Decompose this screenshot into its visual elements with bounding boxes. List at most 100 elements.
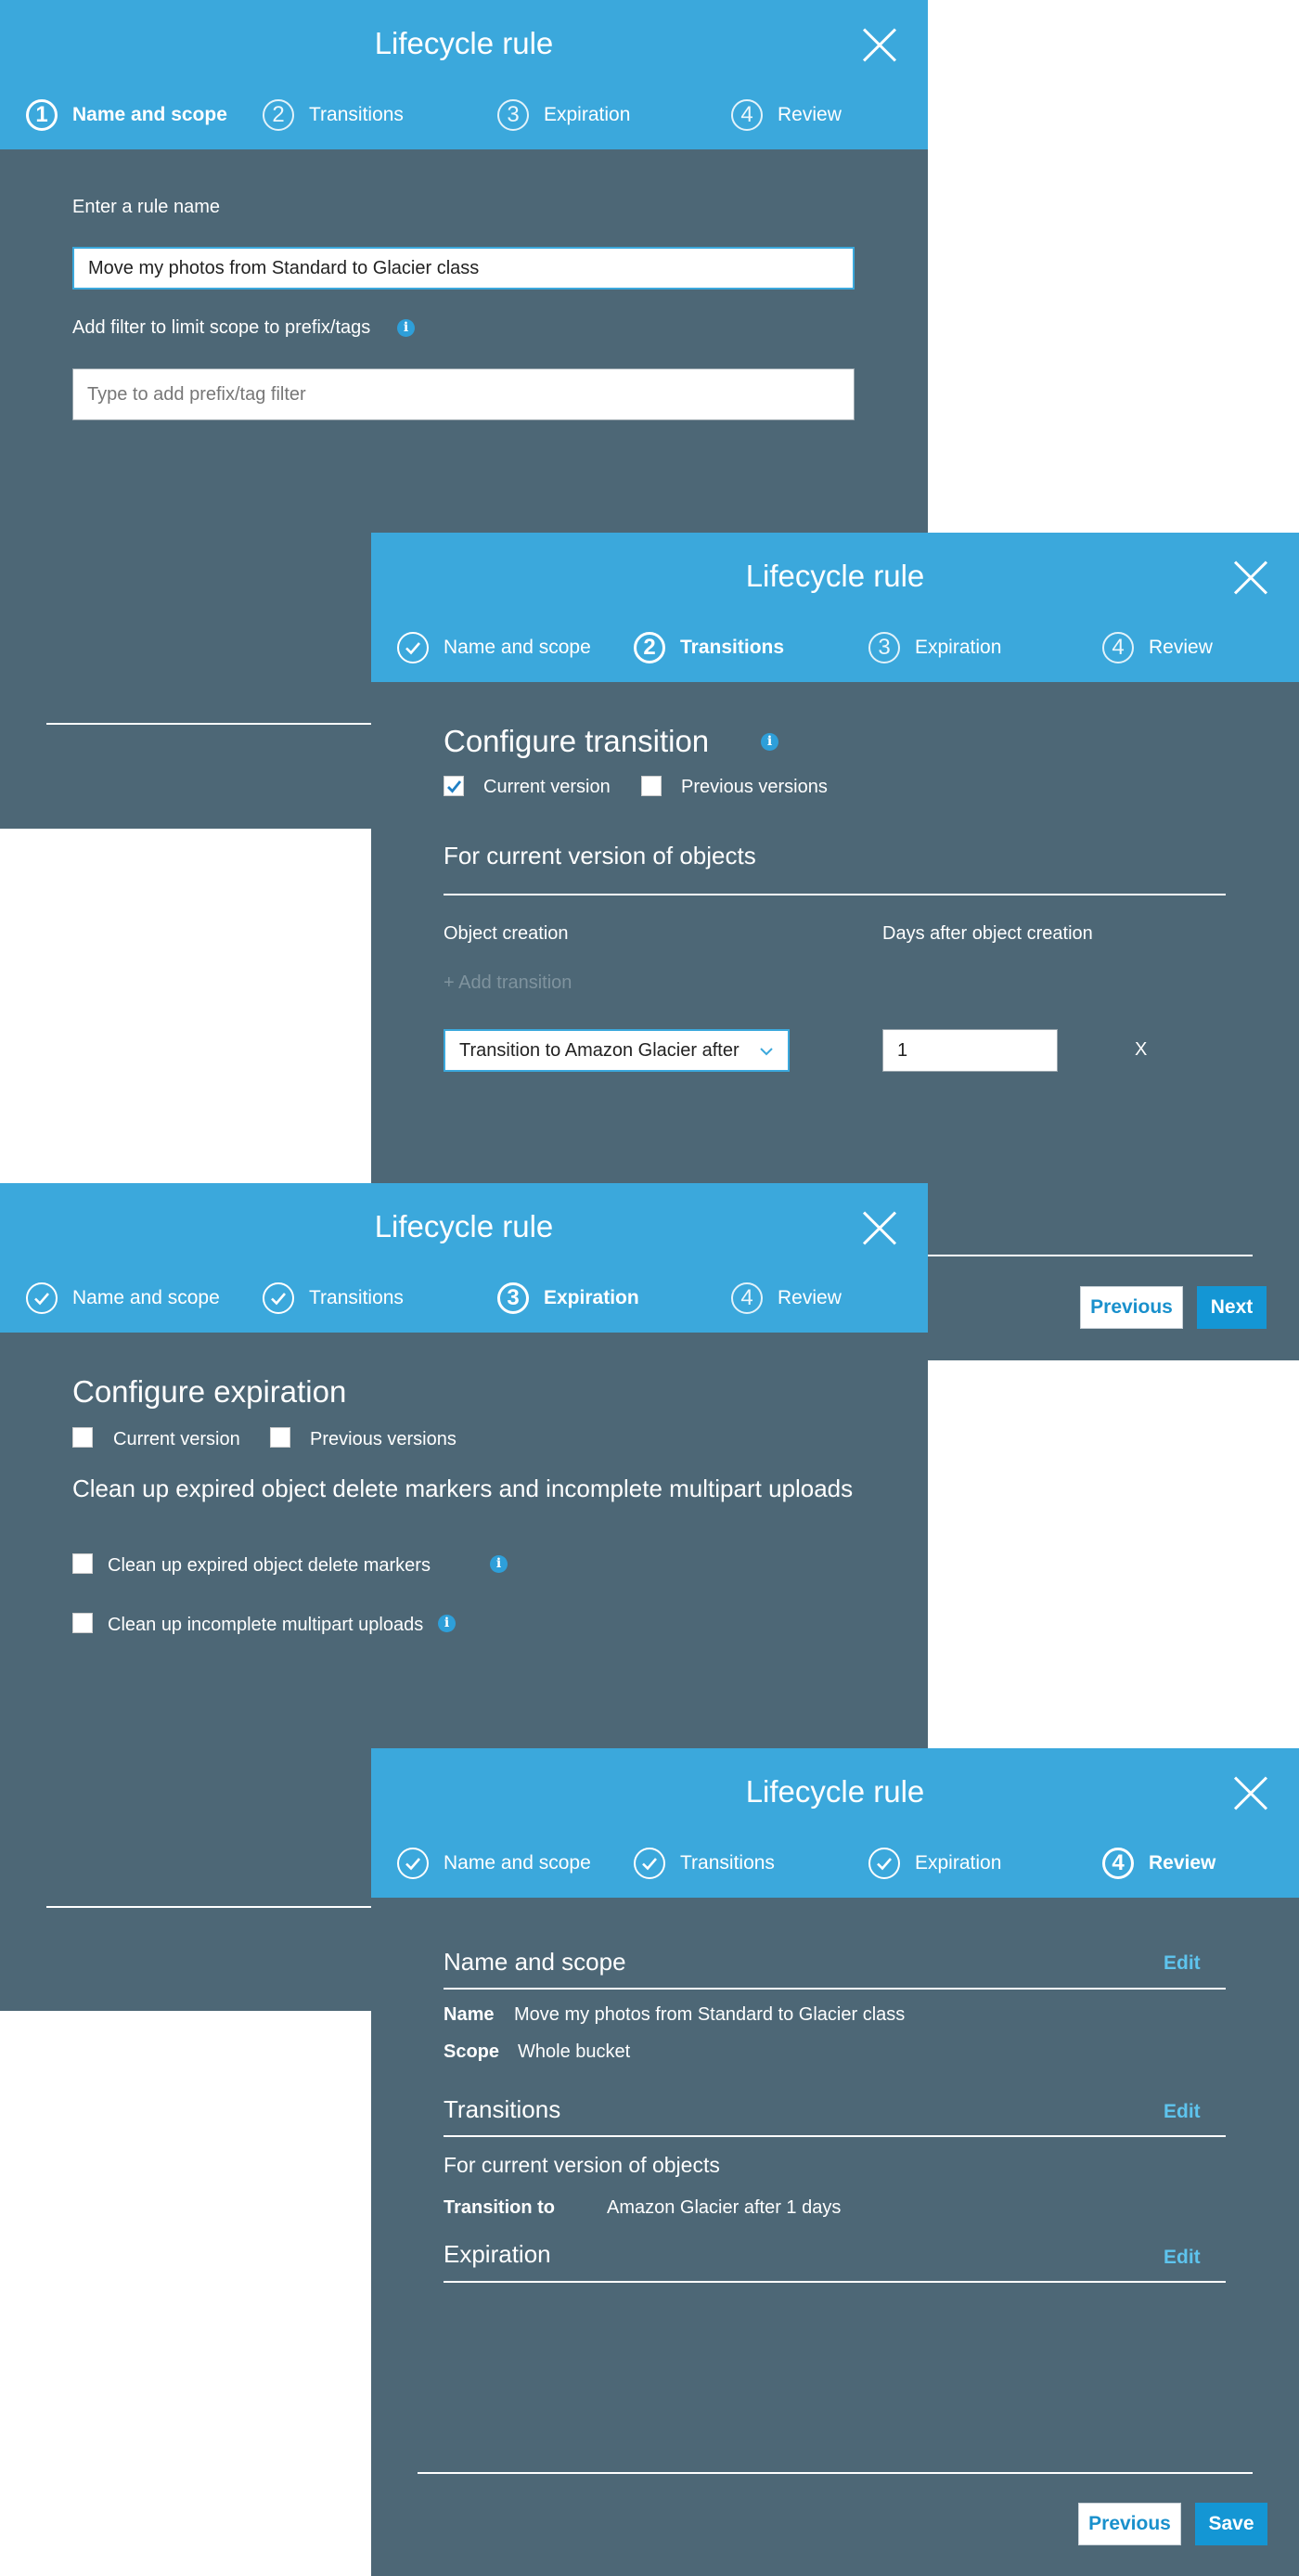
step-label: Transitions <box>680 637 785 658</box>
step-review[interactable]: 4 Review <box>1102 629 1213 666</box>
checkmark-icon <box>447 780 462 793</box>
step-label: Review <box>778 104 842 125</box>
review-scope-key: Scope <box>444 2041 500 2062</box>
current-version-checkbox[interactable] <box>72 1427 93 1448</box>
info-icon[interactable]: i <box>397 319 415 337</box>
step-review[interactable]: 4 Review <box>731 97 842 134</box>
step-label: Name and scope <box>72 1287 220 1308</box>
footer-divider <box>928 1255 1253 1256</box>
step-label: Review <box>1149 1852 1216 1874</box>
check-icon <box>263 1282 294 1314</box>
panel-header: Lifecycle rule 1 Name and scope 2 Transi… <box>0 0 928 149</box>
cleanup-multipart-checkbox[interactable] <box>72 1613 93 1633</box>
step-transitions[interactable]: 2 Transitions <box>263 97 404 134</box>
edit-name-scope-link[interactable]: Edit <box>1164 1952 1201 1975</box>
step-expiration[interactable]: 3 Expiration <box>868 629 1001 666</box>
review-name-key: Name <box>444 2004 495 2025</box>
step-review[interactable]: 4 Review <box>1102 1845 1215 1882</box>
step-number-3: 3 <box>868 632 900 663</box>
previous-button[interactable]: Previous <box>1080 1286 1183 1329</box>
days-header: Days after object creation <box>882 923 1093 944</box>
remove-transition-button[interactable]: X <box>1135 1039 1147 1061</box>
step-review[interactable]: 4 Review <box>731 1280 842 1317</box>
step-indicator: Name and scope Transitions 3 Expiration … <box>0 1280 928 1317</box>
review-expiration-heading: Expiration <box>444 2240 551 2268</box>
step-label: Name and scope <box>72 104 227 125</box>
check-icon <box>26 1282 58 1314</box>
lifecycle-panel-review: Lifecycle rule Name and scope Transition… <box>371 1748 1299 2576</box>
step-transitions[interactable]: Transitions <box>634 1845 775 1882</box>
close-icon[interactable] <box>1234 560 1267 594</box>
step-number-4: 4 <box>731 1282 763 1314</box>
step-label: Transitions <box>309 1287 404 1308</box>
step-name-scope[interactable]: Name and scope <box>26 1280 220 1317</box>
footer-divider <box>418 2472 1253 2474</box>
review-transition-key: Transition to <box>444 2197 555 2218</box>
step-number-4: 4 <box>1102 1848 1134 1879</box>
previous-versions-label: Previous versions <box>681 777 828 797</box>
step-number-3: 3 <box>497 99 529 131</box>
transition-select[interactable]: Transition to Amazon Glacier after <box>444 1029 790 1072</box>
section-divider <box>444 894 1226 895</box>
step-label: Review <box>778 1287 842 1308</box>
panel-header: Lifecycle rule Name and scope Transition… <box>371 1748 1299 1898</box>
step-name-scope[interactable]: 1 Name and scope <box>26 97 227 134</box>
step-transitions[interactable]: 2 Transitions <box>634 629 784 666</box>
review-name-scope-heading: Name and scope <box>444 1948 626 1976</box>
configure-expiration-title: Configure expiration <box>72 1374 347 1409</box>
step-expiration[interactable]: 3 Expiration <box>497 97 630 134</box>
step-name-scope[interactable]: Name and scope <box>397 1845 591 1882</box>
days-input[interactable]: 1 <box>882 1029 1058 1072</box>
step-label: Transitions <box>309 104 404 125</box>
step-label: Expiration <box>915 637 1002 658</box>
step-transitions[interactable]: Transitions <box>263 1280 404 1317</box>
panel-header: Lifecycle rule Name and scope Transition… <box>0 1183 928 1333</box>
step-number-4: 4 <box>731 99 763 131</box>
object-creation-header: Object creation <box>444 923 569 944</box>
cleanup-markers-label: Clean up expired object delete markers <box>108 1555 431 1576</box>
section-divider <box>444 1988 1226 1990</box>
close-icon[interactable] <box>1234 1776 1267 1810</box>
step-number-4: 4 <box>1102 632 1134 663</box>
review-scope-value: Whole bucket <box>518 2041 631 2062</box>
step-label: Expiration <box>915 1852 1002 1874</box>
step-label: Transitions <box>680 1852 775 1874</box>
step-label: Name and scope <box>444 1852 591 1874</box>
current-version-label: Current version <box>113 1429 240 1449</box>
review-current-version-text: For current version of objects <box>444 2153 720 2177</box>
chevron-down-icon <box>760 1048 773 1056</box>
edit-expiration-link[interactable]: Edit <box>1164 2247 1201 2269</box>
check-icon <box>868 1848 900 1879</box>
add-transition-link[interactable]: + Add transition <box>444 972 572 994</box>
edit-transitions-link[interactable]: Edit <box>1164 2101 1201 2123</box>
step-label: Expiration <box>544 104 631 125</box>
info-icon[interactable]: i <box>490 1555 508 1573</box>
review-transitions-heading: Transitions <box>444 2095 561 2123</box>
step-indicator: Name and scope Transitions Expiration 4 … <box>371 1845 1299 1882</box>
current-version-checkbox[interactable] <box>444 776 464 796</box>
step-expiration[interactable]: 3 Expiration <box>497 1280 639 1317</box>
next-button[interactable]: Next <box>1197 1286 1267 1329</box>
review-transition-value: Amazon Glacier after 1 days <box>607 2197 842 2218</box>
cleanup-markers-checkbox[interactable] <box>72 1553 93 1574</box>
configure-transition-title: Configure transition <box>444 724 710 758</box>
close-icon[interactable] <box>863 28 896 61</box>
section-divider <box>444 2135 1226 2137</box>
panel-title: Lifecycle rule <box>374 1209 554 1243</box>
step-name-scope[interactable]: Name and scope <box>397 629 591 666</box>
rule-name-input[interactable]: Move my photos from Standard to Glacier … <box>72 247 855 290</box>
filter-label: Add filter to limit scope to prefix/tags <box>72 317 371 338</box>
cleanup-multipart-label: Clean up incomplete multipart uploads <box>108 1615 424 1635</box>
previous-button[interactable]: Previous <box>1078 2503 1181 2545</box>
previous-versions-checkbox[interactable] <box>270 1427 290 1448</box>
close-icon[interactable] <box>863 1211 896 1244</box>
info-icon[interactable]: i <box>438 1615 456 1632</box>
footer-divider <box>46 1906 380 1908</box>
filter-input[interactable]: Type to add prefix/tag filter <box>72 368 855 420</box>
check-icon <box>634 1848 665 1879</box>
previous-versions-checkbox[interactable] <box>641 776 662 796</box>
step-expiration[interactable]: Expiration <box>868 1845 1001 1882</box>
save-button[interactable]: Save <box>1195 2503 1267 2545</box>
step-number-2: 2 <box>634 632 665 663</box>
info-icon[interactable]: i <box>761 733 778 751</box>
